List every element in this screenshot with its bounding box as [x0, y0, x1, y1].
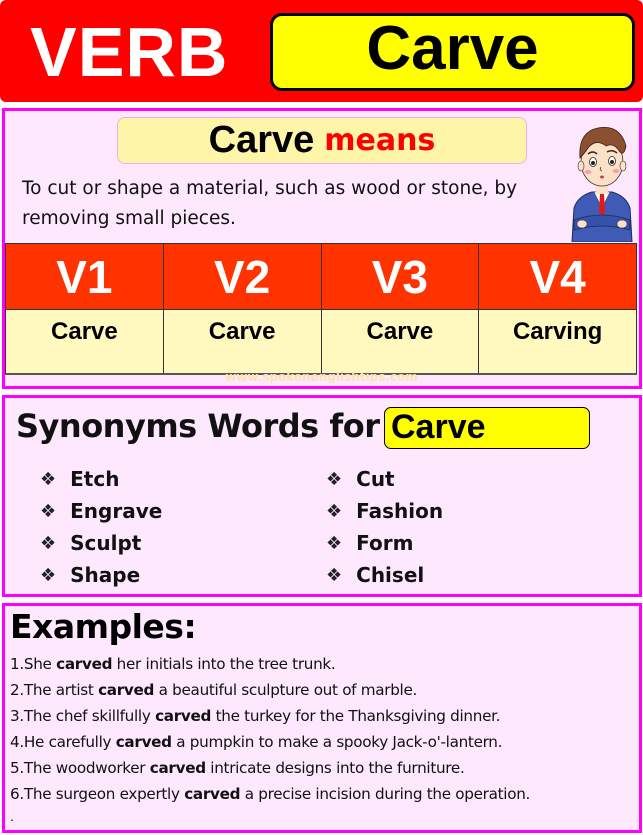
diamond-bullet-icon: ❖ — [40, 564, 57, 586]
example-text: She — [23, 655, 57, 673]
forms-value-row: Carve Carve Carve Carving — [5, 309, 637, 375]
example-text: The artist — [23, 681, 99, 699]
synonym-text: Chisel — [356, 563, 425, 587]
example-sentence: 1.She carved her initials into the tree … — [10, 655, 336, 673]
example-sentence: 4.He carefully carved a pumpkin to make … — [10, 733, 502, 751]
synonym-text: Cut — [356, 467, 395, 491]
example-text: a precise incision during the operation. — [240, 785, 531, 803]
form-value-v4: Carving — [478, 309, 637, 375]
businessman-cartoon-icon — [571, 127, 633, 242]
example-number: 2. — [10, 681, 24, 699]
form-value-v1: Carve — [5, 309, 164, 375]
word-title-box: Carve — [270, 13, 635, 91]
synonym-text: Fashion — [356, 499, 444, 523]
synonyms-word: Carve — [391, 408, 486, 446]
synonym-text: Sculpt — [70, 531, 142, 555]
watermark: www.spokenenglishtips.com — [225, 370, 418, 384]
example-number: 4. — [10, 733, 24, 751]
word-title: Carve — [366, 14, 539, 83]
example-sentence: 3.The chef skillfully carved the turkey … — [10, 707, 501, 725]
synonym-item: ❖ Cut — [326, 467, 395, 491]
example-sentence: 6.The surgeon expertly carved a precise … — [10, 785, 530, 803]
definition-text: To cut or shape a material, such as wood… — [22, 178, 518, 229]
examples-title: Examples: — [10, 607, 197, 646]
example-text: intricate designs into the furniture. — [205, 759, 465, 777]
trailing-dot: . — [10, 808, 14, 824]
means-suffix: means — [324, 123, 436, 158]
form-header-v2: V2 — [162, 243, 322, 310]
synonym-text: Form — [356, 531, 414, 555]
example-keyword: carved — [56, 655, 113, 673]
example-text: The surgeon expertly — [23, 785, 185, 803]
diamond-bullet-icon: ❖ — [40, 532, 57, 554]
form-header-v4: V4 — [478, 243, 637, 310]
synonym-text: Etch — [70, 467, 120, 491]
example-keyword: carved — [184, 785, 241, 803]
example-text: The chef skillfully — [23, 707, 156, 725]
example-keyword: carved — [155, 707, 212, 725]
example-sentence: 5.The woodworker carved intricate design… — [10, 759, 465, 777]
example-number: 6. — [10, 785, 24, 803]
synonym-text: Shape — [70, 563, 141, 587]
example-number: 5. — [10, 759, 24, 777]
example-keyword: carved — [149, 759, 206, 777]
example-number: 3. — [10, 707, 24, 725]
verb-label: VERB — [30, 13, 229, 91]
example-text: a pumpkin to make a spooky Jack-o'-lante… — [171, 733, 503, 751]
example-keyword: carved — [98, 681, 155, 699]
synonym-item: ❖ Etch — [40, 467, 119, 491]
synonym-item: ❖ Chisel — [326, 563, 424, 587]
diamond-bullet-icon: ❖ — [40, 500, 57, 522]
synonym-item: ❖ Shape — [40, 563, 140, 587]
form-value-v2: Carve — [162, 309, 322, 375]
example-number: 1. — [10, 655, 24, 673]
diamond-bullet-icon: ❖ — [40, 468, 57, 490]
example-sentence: 2.The artist carved a beautiful sculptur… — [10, 681, 417, 699]
means-heading-box: Carve means — [117, 117, 527, 164]
verb-forms-table: V1 V2 V3 V4 Carve Carve Carve Carving — [5, 243, 637, 375]
example-text: He carefully — [23, 733, 116, 751]
synonym-text: Engrave — [70, 499, 163, 523]
synonym-item: ❖ Form — [326, 531, 413, 555]
diamond-bullet-icon: ❖ — [326, 564, 343, 586]
example-text: the turkey for the Thanksgiving dinner. — [211, 707, 501, 725]
example-text: a beautiful sculpture out of marble. — [154, 681, 418, 699]
synonym-item: ❖ Engrave — [40, 499, 162, 523]
form-header-v1: V1 — [5, 243, 164, 310]
synonym-item: ❖ Sculpt — [40, 531, 141, 555]
example-text: The woodworker — [23, 759, 150, 777]
diamond-bullet-icon: ❖ — [326, 500, 343, 522]
diamond-bullet-icon: ❖ — [326, 468, 343, 490]
form-value-v3: Carve — [320, 309, 480, 375]
synonyms-title: Synonyms Words for — [16, 407, 380, 445]
example-keyword: carved — [115, 733, 172, 751]
diamond-bullet-icon: ❖ — [326, 532, 343, 554]
means-word: Carve — [208, 119, 315, 161]
forms-header-row: V1 V2 V3 V4 — [5, 243, 637, 310]
example-text: her initials into the tree trunk. — [112, 655, 336, 673]
form-header-v3: V3 — [320, 243, 480, 310]
synonym-item: ❖ Fashion — [326, 499, 443, 523]
